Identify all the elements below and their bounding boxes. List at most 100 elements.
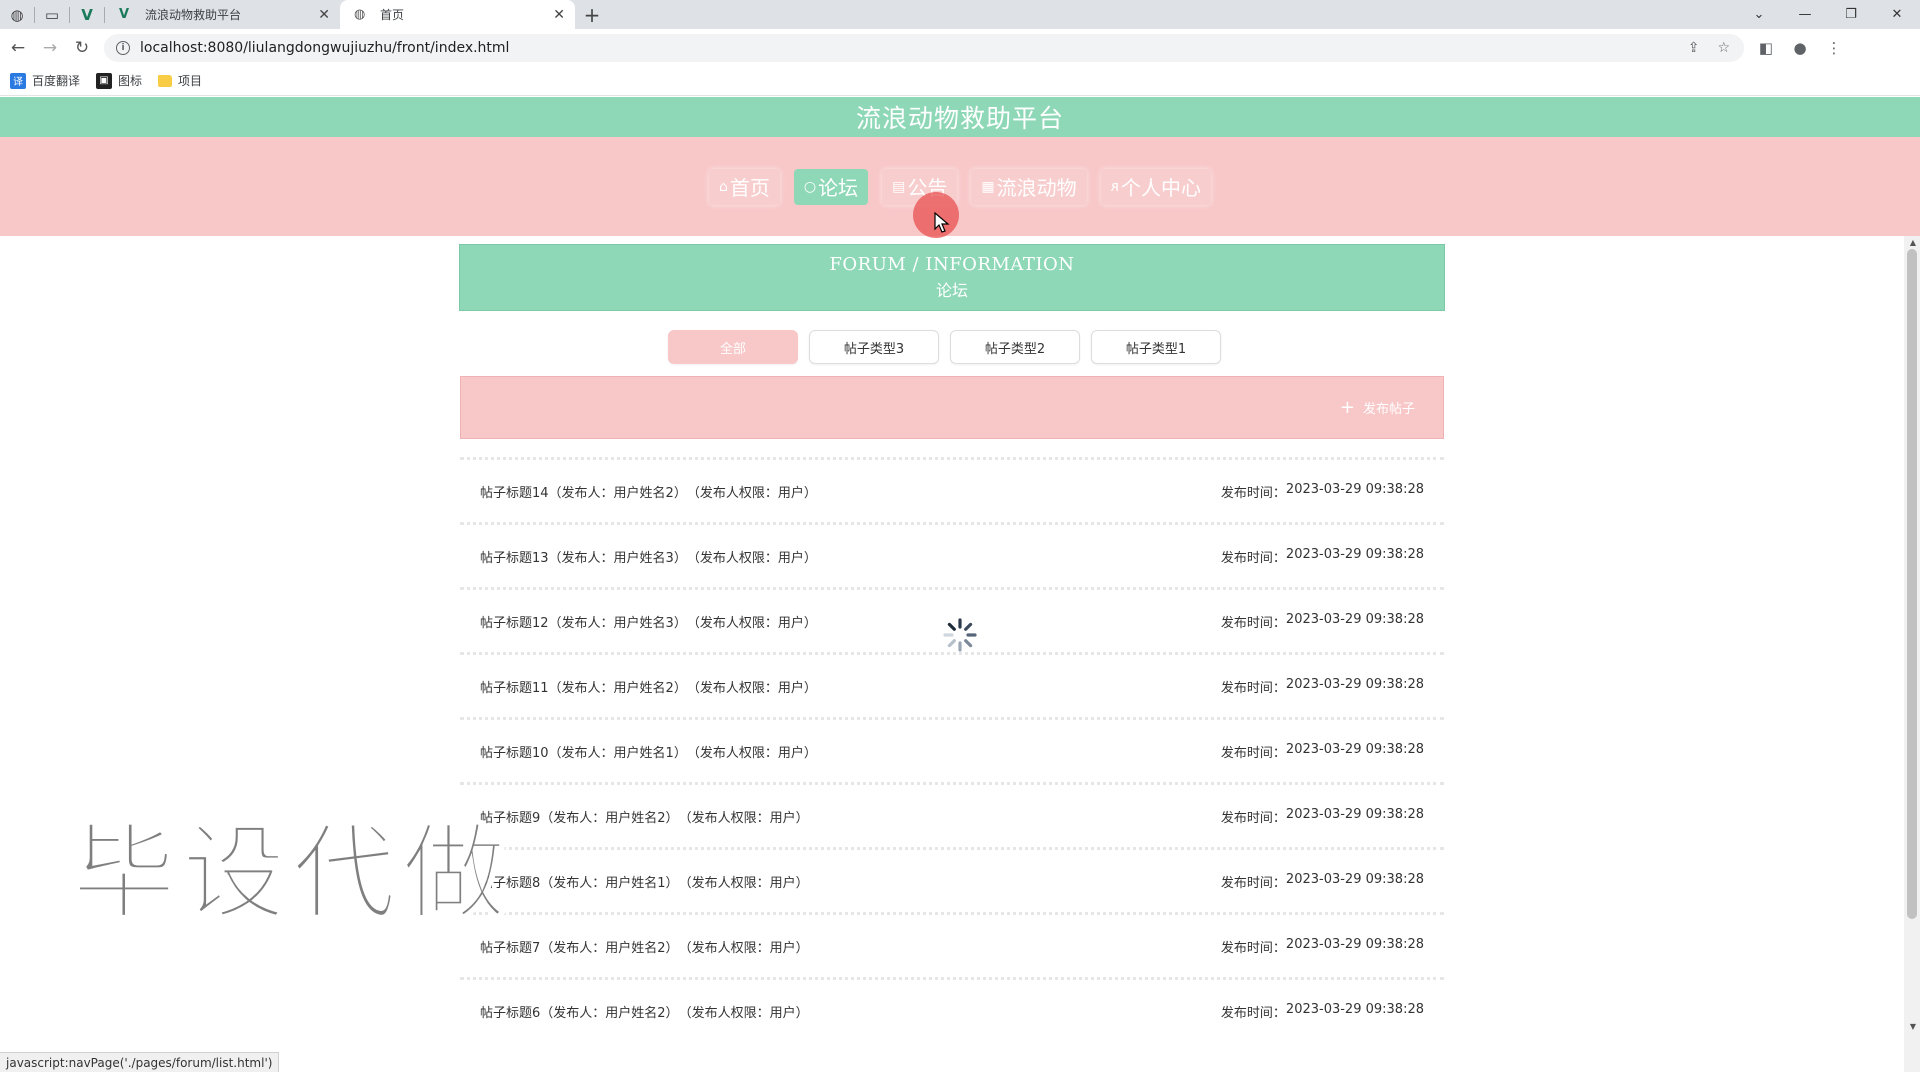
- nav-item-forum[interactable]: ○ 论坛: [793, 168, 869, 205]
- image-icon: ▣: [96, 72, 113, 89]
- browser-tab-platform[interactable]: V 流浪动物救助平台 ✕: [105, 0, 340, 29]
- post-role: （发布人权限：用户）: [686, 550, 817, 566]
- close-tab-icon[interactable]: ✕: [318, 7, 330, 23]
- post-time: 2023-03-29 09:38:28: [1285, 676, 1424, 692]
- nav-item-home[interactable]: ⌂ 首页: [709, 168, 780, 205]
- mouse-cursor-icon: [934, 212, 950, 233]
- bookmark-baidu-translate[interactable]: 译 百度翻译: [10, 72, 80, 89]
- list-item[interactable]: 帖子标题8 （发布人：用户姓名1） （发布人权限：用户） 发布时间： 2023-03-…: [460, 847, 1444, 912]
- restore-icon[interactable]: ❐: [1828, 0, 1874, 29]
- filter-type-3[interactable]: 帖子类型3: [809, 330, 939, 364]
- list-item[interactable]: 帖子标题11 （发布人：用户姓名2） （发布人权限：用户） 发布时间： 2023-03…: [460, 652, 1444, 717]
- post-time-label: 发布时间：: [1220, 680, 1286, 696]
- share-icon[interactable]: ⇪: [1688, 40, 1700, 56]
- new-post-button[interactable]: + 发布帖子: [1340, 397, 1415, 418]
- post-role: （发布人权限：用户）: [678, 875, 809, 891]
- loading-spinner-icon: [943, 618, 977, 652]
- post-role: （发布人权限：用户）: [686, 745, 817, 761]
- post-author: （发布人：用户姓名2）: [540, 1005, 679, 1021]
- post-time: 2023-03-29 09:38:28: [1285, 611, 1424, 627]
- post-author: （发布人：用户姓名2）: [540, 810, 679, 826]
- post-time-label: 发布时间：: [1220, 485, 1286, 501]
- post-role: （发布人权限：用户）: [686, 615, 817, 631]
- scroll-down-icon[interactable]: ▼: [1910, 1022, 1916, 1031]
- scroll-up-icon[interactable]: ▲: [1910, 238, 1916, 247]
- post-title: 帖子标题6: [480, 1005, 541, 1021]
- post-time: 2023-03-29 09:38:28: [1285, 936, 1424, 952]
- nav-item-stray-animals[interactable]: ▦ 流浪动物: [971, 168, 1087, 205]
- post-time: 2023-03-29 09:38:28: [1285, 806, 1424, 822]
- plus-icon: +: [1339, 397, 1355, 418]
- post-time-label: 发布时间：: [1220, 940, 1286, 956]
- bookmark-icons[interactable]: ▣ 图标: [96, 72, 142, 89]
- post-role: （发布人权限：用户）: [678, 940, 809, 956]
- site-info-icon[interactable]: i: [116, 40, 130, 55]
- side-panel-icon[interactable]: ◧: [1754, 39, 1778, 57]
- main-nav: ⌂ 首页 ○ 论坛 ▤ 公告 ▦ 流浪动物 ᴙ 个人中心: [0, 137, 1920, 236]
- reload-button[interactable]: ↻: [66, 32, 98, 64]
- browser-tabstrip: ◍ ▭ V V 流浪动物救助平台 ✕ ◍ 首页 ✕ + ⌄ — ❐ ✕: [0, 0, 1920, 29]
- post-author: （发布人：用户姓名2）: [540, 940, 679, 956]
- animal-icon: ▦: [981, 178, 995, 195]
- post-title: 帖子标题7: [480, 940, 541, 956]
- bookmark-star-icon[interactable]: ☆: [1717, 40, 1730, 56]
- nav-label: 首页: [729, 176, 770, 200]
- list-item[interactable]: 帖子标题10 （发布人：用户姓名1） （发布人权限：用户） 发布时间： 2023-03…: [460, 717, 1444, 782]
- list-item[interactable]: 帖子标题6 （发布人：用户姓名2） （发布人权限：用户） 发布时间： 2023-03-…: [460, 977, 1444, 1042]
- close-tab-icon[interactable]: ✕: [553, 7, 565, 23]
- nav-item-user-center[interactable]: ᴙ 个人中心: [1100, 168, 1211, 205]
- bookmark-projects[interactable]: 项目: [158, 72, 202, 89]
- new-tab-button[interactable]: +: [575, 0, 609, 29]
- post-time: 2023-03-29 09:38:28: [1285, 741, 1424, 757]
- list-item[interactable]: 帖子标题13 （发布人：用户姓名3） （发布人权限：用户） 发布时间： 2023-03…: [460, 522, 1444, 587]
- arrow-left-icon: ←: [10, 37, 26, 58]
- site-title: 流浪动物救助平台: [855, 104, 1064, 133]
- filter-type-1[interactable]: 帖子类型1: [1091, 330, 1221, 364]
- globe-icon: ◍: [354, 7, 366, 22]
- profile-icon[interactable]: ●: [1788, 39, 1812, 57]
- post-time: 2023-03-29 09:38:28: [1285, 1001, 1424, 1017]
- post-time: 2023-03-29 09:38:28: [1285, 481, 1424, 497]
- url-text: localhost:8080/liulangdongwujiuzhu/front…: [140, 39, 510, 56]
- post-author: （发布人：用户姓名3）: [548, 550, 687, 566]
- post-author: （发布人：用户姓名2）: [548, 485, 687, 501]
- list-item[interactable]: 帖子标题7 （发布人：用户姓名2） （发布人权限：用户） 发布时间： 2023-03-…: [460, 912, 1444, 977]
- post-title: 帖子标题13: [480, 550, 549, 566]
- post-title: 帖子标题12: [480, 615, 549, 631]
- address-bar[interactable]: i localhost:8080/liulangdongwujiuzhu/fro…: [104, 33, 1744, 62]
- home-icon: ⌂: [719, 178, 728, 195]
- vue-logo-icon: V: [119, 7, 130, 22]
- tab-title: 首页: [380, 8, 405, 22]
- post-title: 帖子标题10: [480, 745, 549, 761]
- post-time-label: 发布时间：: [1220, 1005, 1286, 1021]
- post-role: （发布人权限：用户）: [678, 1005, 809, 1021]
- post-role: （发布人权限：用户）: [686, 680, 817, 696]
- forward-button[interactable]: →: [34, 32, 66, 64]
- filter-all[interactable]: 全部: [668, 330, 798, 364]
- post-role: （发布人权限：用户）: [678, 810, 809, 826]
- minimize-icon[interactable]: —: [1782, 0, 1828, 29]
- list-item[interactable]: 帖子标题14 （发布人：用户姓名2） （发布人权限：用户） 发布时间： 2023-03…: [460, 457, 1444, 522]
- link-status-bar: javascript:navPage('./pages/forum/list.h…: [0, 1052, 280, 1072]
- pinned-tab-globe[interactable]: ◍: [0, 0, 34, 29]
- list-item[interactable]: 帖子标题9 （发布人：用户姓名2） （发布人权限：用户） 发布时间： 2023-03-…: [460, 782, 1444, 847]
- post-time: 2023-03-29 09:38:28: [1285, 546, 1424, 562]
- menu-dots-icon[interactable]: ⋮: [1822, 39, 1846, 57]
- blank-page-icon: ▭: [44, 5, 60, 24]
- user-icon: ᴙ: [1110, 178, 1119, 195]
- vue-logo-icon: V: [81, 5, 93, 24]
- nav-label: 论坛: [818, 176, 859, 200]
- tab-search-icon[interactable]: ⌄: [1736, 0, 1782, 29]
- window-controls: ⌄ — ❐ ✕: [1736, 0, 1920, 29]
- back-button[interactable]: ←: [2, 32, 34, 64]
- pinned-tab-vue[interactable]: V: [70, 0, 104, 29]
- banner-title-en: FORUM / INFORMATION: [829, 254, 1075, 275]
- pinned-tab-blank[interactable]: ▭: [35, 0, 69, 29]
- scrollbar-thumb[interactable]: [1907, 249, 1917, 919]
- filter-type-2[interactable]: 帖子类型2: [950, 330, 1080, 364]
- close-window-icon[interactable]: ✕: [1874, 0, 1920, 29]
- forum-action-bar: + 发布帖子: [460, 376, 1444, 439]
- browser-tab-home[interactable]: ◍ 首页 ✕: [340, 0, 575, 29]
- nav-label: 个人中心: [1121, 176, 1201, 200]
- banner-title-cn: 论坛: [935, 281, 968, 300]
